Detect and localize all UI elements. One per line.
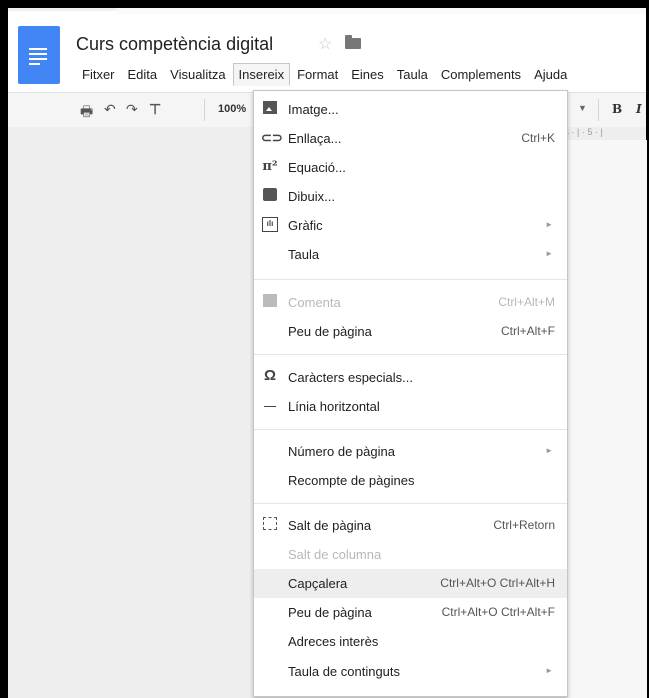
toolbar-divider	[204, 99, 205, 121]
document-page[interactable]	[564, 140, 647, 698]
menu-item-page-count[interactable]: Recompte de pàgines	[254, 466, 567, 495]
menu-item-comment: Comenta Ctrl+Alt+M	[254, 288, 567, 317]
document-title[interactable]: Curs competència digital	[76, 34, 273, 55]
menu-item-table-of-contents[interactable]: Taula de continguts ►	[254, 657, 567, 686]
star-icon[interactable]: ☆	[318, 34, 332, 54]
drawing-icon	[261, 188, 279, 204]
menu-separator	[254, 429, 567, 430]
menu-tools[interactable]: Eines	[345, 63, 390, 86]
docs-header: Curs competència digital ☆ Fitxer Edita Vi…	[8, 14, 646, 92]
zoom-select[interactable]: 100%	[218, 103, 246, 115]
menu-item-drawing[interactable]: Dibuix...	[254, 182, 567, 211]
italic-button[interactable]: I	[636, 102, 642, 116]
menu-edit[interactable]: Edita	[122, 63, 164, 86]
pi-icon: π²	[262, 159, 278, 174]
font-size-dropdown-icon[interactable]: ▼	[578, 103, 587, 113]
menu-separator	[254, 279, 567, 280]
redo-icon[interactable]: ↷	[126, 101, 138, 118]
screen-border-left	[0, 0, 8, 698]
docs-logo-icon[interactable]	[18, 26, 60, 84]
menu-help[interactable]: Ajuda	[528, 63, 573, 86]
menu-item-image[interactable]: Imatge...	[254, 95, 567, 124]
omega-icon: Ω	[263, 367, 277, 384]
menu-view[interactable]: Visualitza	[164, 63, 231, 86]
menu-bar: Fitxer Edita Visualitza Insereix Format Eines…	[76, 63, 574, 86]
submenu-arrow-icon: ►	[545, 220, 553, 229]
menu-separator	[254, 503, 567, 504]
menu-item-column-break: Salt de columna	[288, 547, 382, 562]
folder-icon[interactable]	[345, 35, 361, 49]
menu-format[interactable]: Format	[291, 63, 344, 86]
submenu-arrow-icon: ►	[545, 249, 553, 258]
submenu-arrow-icon: ►	[545, 666, 553, 675]
menu-item-page-number[interactable]: Número de pàgina ►	[254, 437, 567, 466]
menu-separator	[254, 354, 567, 355]
toolbar-divider	[598, 99, 599, 121]
menu-item-special-characters[interactable]: Ω Caràcters especials...	[254, 363, 567, 392]
screen-border-top	[0, 0, 649, 8]
menu-item-equation[interactable]: π² Equació...	[254, 153, 567, 182]
print-icon[interactable]: 🖶	[80, 101, 93, 125]
menu-item-link[interactable]: ⊂⊃ Enllaça... Ctrl+K	[254, 124, 567, 153]
link-icon: ⊂⊃	[261, 130, 283, 145]
chart-icon: ılı	[261, 217, 279, 233]
image-icon	[261, 101, 279, 117]
page-break-icon	[261, 517, 279, 533]
menu-table[interactable]: Taula	[391, 63, 434, 86]
horizontal-line-icon	[261, 398, 279, 414]
bold-button[interactable]: B	[612, 102, 622, 116]
menu-item-table[interactable]: Taula ►	[254, 240, 567, 269]
menu-item-page-break[interactable]: Salt de pàgina Ctrl+Retorn	[254, 511, 567, 540]
menu-item-footnote[interactable]: Peu de pàgina Ctrl+Alt+F	[254, 317, 567, 346]
paint-format-icon[interactable]: ⊤	[149, 101, 161, 118]
insert-menu-dropdown: Imatge... ⊂⊃ Enllaça... Ctrl+K π² Equaci…	[253, 90, 568, 697]
ruler[interactable]: 4 · | · 5 · |	[564, 127, 646, 139]
undo-icon[interactable]: ↶	[104, 101, 116, 118]
menu-item-footer[interactable]: Peu de pàgina Ctrl+Alt+O Ctrl+Alt+F	[254, 598, 567, 627]
menu-item-horizontal-line[interactable]: Línia horitzontal	[254, 392, 567, 421]
menu-item-header[interactable]: Capçalera Ctrl+Alt+O Ctrl+Alt+H	[254, 569, 567, 598]
menu-item-chart[interactable]: ılı Gràfic ►	[254, 211, 567, 240]
menu-item-bookmark[interactable]: Adreces interès	[254, 627, 567, 656]
submenu-arrow-icon: ►	[545, 446, 553, 455]
menu-insert[interactable]: Insereix	[232, 63, 291, 86]
menu-file[interactable]: Fitxer	[76, 63, 121, 86]
menu-addons[interactable]: Complements	[435, 63, 527, 86]
comment-icon	[261, 294, 279, 310]
